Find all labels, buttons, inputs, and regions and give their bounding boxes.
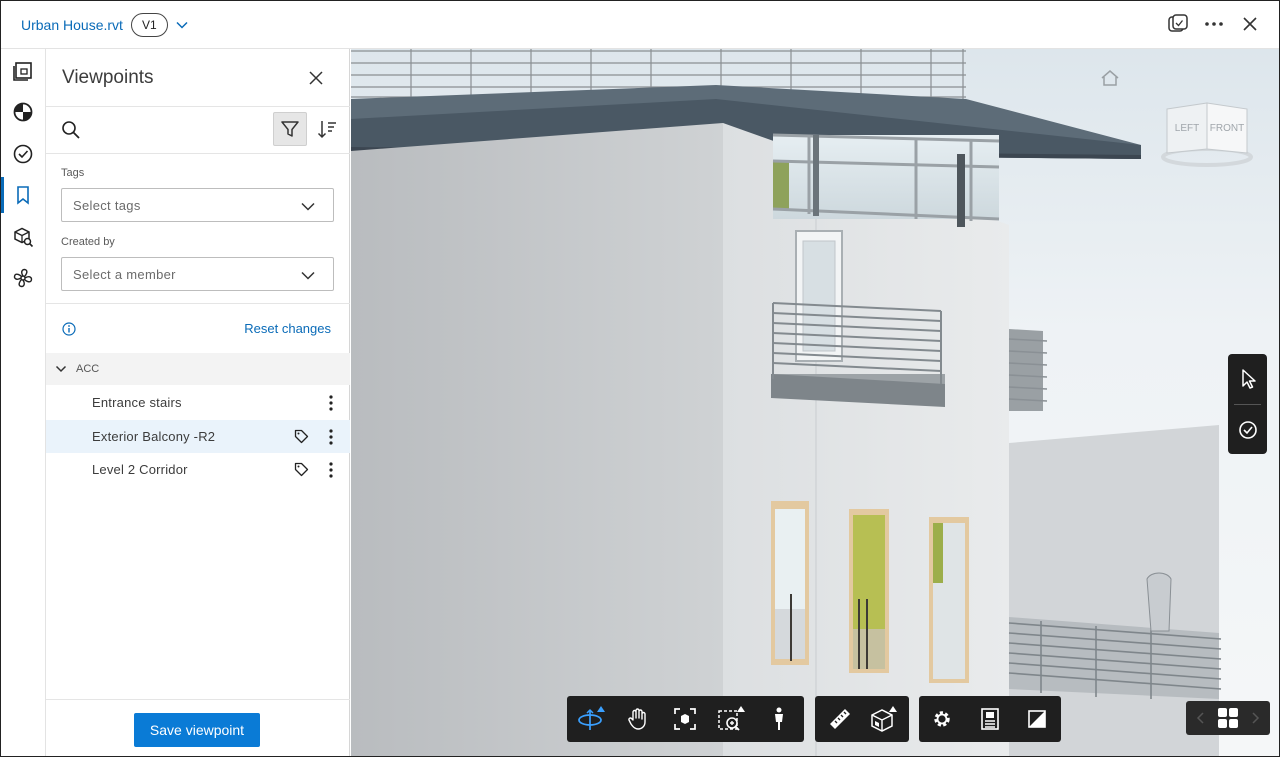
tags-label: Tags: [61, 167, 85, 179]
chevron-left-icon[interactable]: [1196, 712, 1206, 724]
model-browser-icon: [13, 102, 33, 122]
explode-search-icon: [14, 227, 34, 248]
first-person-icon: [775, 707, 783, 730]
measure-icon: [830, 709, 850, 729]
viewcube-left-label: LEFT: [1175, 123, 1199, 134]
viewcube-front-label: FRONT: [1210, 123, 1244, 134]
version-badge[interactable]: V1: [130, 12, 168, 37]
rail-explode-search[interactable]: [1, 217, 45, 257]
pan-icon: [628, 708, 646, 730]
viewpoints-panel: Viewpoints Tags Select tags Created by S…: [46, 49, 350, 756]
created-by-select-placeholder: Select a member: [73, 266, 176, 282]
orbit-button[interactable]: [569, 696, 615, 742]
more-vertical-icon[interactable]: [327, 428, 335, 446]
measure-toolbar: [815, 696, 909, 742]
tag-icon[interactable]: [294, 429, 309, 444]
view-switcher[interactable]: [1186, 701, 1270, 735]
viewpoint-row[interactable]: Entrance stairs: [46, 386, 350, 419]
viewpoint-group-header[interactable]: ACC: [46, 353, 350, 385]
tag-icon[interactable]: [294, 462, 309, 477]
grid-icon[interactable]: [1217, 707, 1239, 729]
divider: [46, 106, 350, 107]
sort-icon: [317, 121, 336, 139]
rail-model-browser[interactable]: [1, 92, 45, 132]
section-box-icon: [871, 706, 897, 732]
panel-title: Viewpoints: [62, 67, 154, 88]
view-cube[interactable]: LEFT FRONT: [1159, 97, 1255, 169]
more-vertical-icon[interactable]: [327, 461, 335, 479]
issue-tool-button[interactable]: [1228, 405, 1267, 455]
created-by-select[interactable]: Select a member: [61, 257, 334, 291]
pan-button[interactable]: [615, 696, 661, 742]
search-icon: [62, 121, 80, 139]
navigation-toolbar: [567, 696, 804, 742]
filter-icon: [281, 121, 299, 137]
chevron-down-icon: [301, 268, 315, 283]
properties-button[interactable]: [967, 696, 1013, 742]
top-bar: Urban House.rvt V1: [1, 1, 1279, 49]
zoom-window-button[interactable]: [709, 696, 755, 742]
rail-viewpoints[interactable]: [1, 175, 45, 215]
section-box-button[interactable]: [861, 696, 907, 742]
panel-close-button[interactable]: [307, 69, 325, 87]
fit-view-button[interactable]: [662, 696, 708, 742]
fit-view-icon: [674, 708, 696, 730]
check-circle-icon: [1238, 421, 1257, 439]
issues-icon: [13, 144, 33, 164]
home-icon[interactable]: [1099, 68, 1121, 88]
group-label: ACC: [76, 363, 100, 375]
close-icon: [309, 71, 323, 85]
left-tool-rail: [1, 49, 46, 756]
viewpoints-icon: [17, 186, 29, 205]
chevron-right-icon[interactable]: [1250, 712, 1260, 724]
settings-button[interactable]: [919, 696, 965, 742]
viewpoint-label: Entrance stairs: [92, 395, 182, 410]
fan-icon: [13, 268, 33, 288]
sheets-icon: [13, 62, 32, 81]
search-button[interactable]: [60, 119, 82, 141]
panel-footer: Save viewpoint: [46, 699, 350, 756]
viewpoint-label: Level 2 Corridor: [92, 462, 188, 477]
rail-sheets[interactable]: [1, 51, 45, 91]
rail-issues[interactable]: [1, 134, 45, 174]
viewpoint-label: Exterior Balcony -R2: [92, 429, 216, 444]
building-model: [351, 49, 1222, 756]
rail-fan[interactable]: [1, 258, 45, 298]
filter-button[interactable]: [273, 112, 307, 146]
orbit-icon: [578, 706, 605, 730]
reset-changes-link[interactable]: Reset changes: [244, 321, 331, 336]
close-icon[interactable]: [1239, 13, 1261, 35]
settings-icon: [934, 711, 950, 727]
cursor-icon: [1241, 369, 1256, 389]
fullscreen-icon: [1028, 710, 1046, 728]
tags-select-placeholder: Select tags: [73, 197, 141, 213]
select-tool-button[interactable]: [1228, 354, 1267, 404]
viewpoint-row[interactable]: Level 2 Corridor: [46, 453, 350, 486]
chevron-down-icon: [55, 365, 67, 373]
created-by-label: Created by: [61, 236, 115, 248]
zoom-window-icon: [718, 706, 745, 731]
divider: [46, 303, 350, 304]
fullscreen-button[interactable]: [1014, 696, 1060, 742]
file-name-link[interactable]: Urban House.rvt: [21, 17, 123, 33]
properties-icon: [981, 708, 999, 730]
tags-select[interactable]: Select tags: [61, 188, 334, 222]
settings-toolbar: [919, 696, 1061, 742]
chevron-down-icon[interactable]: [176, 21, 188, 29]
info-icon[interactable]: [62, 322, 76, 336]
chevron-down-icon: [301, 199, 315, 214]
divider: [46, 153, 350, 154]
side-toolbar: [1228, 354, 1267, 454]
model-viewer-canvas[interactable]: LEFT FRONT: [351, 49, 1279, 756]
more-options-icon[interactable]: [1203, 13, 1225, 35]
first-person-button[interactable]: [756, 696, 802, 742]
viewpoint-row[interactable]: Exterior Balcony -R2: [46, 420, 350, 453]
sort-button[interactable]: [314, 116, 340, 142]
app-window: Urban House.rvt V1 Viewpoints Tags Selec…: [0, 0, 1280, 757]
more-vertical-icon[interactable]: [327, 394, 335, 412]
compare-icon[interactable]: [1167, 13, 1189, 35]
measure-button[interactable]: [817, 696, 863, 742]
save-viewpoint-button[interactable]: Save viewpoint: [134, 713, 260, 747]
